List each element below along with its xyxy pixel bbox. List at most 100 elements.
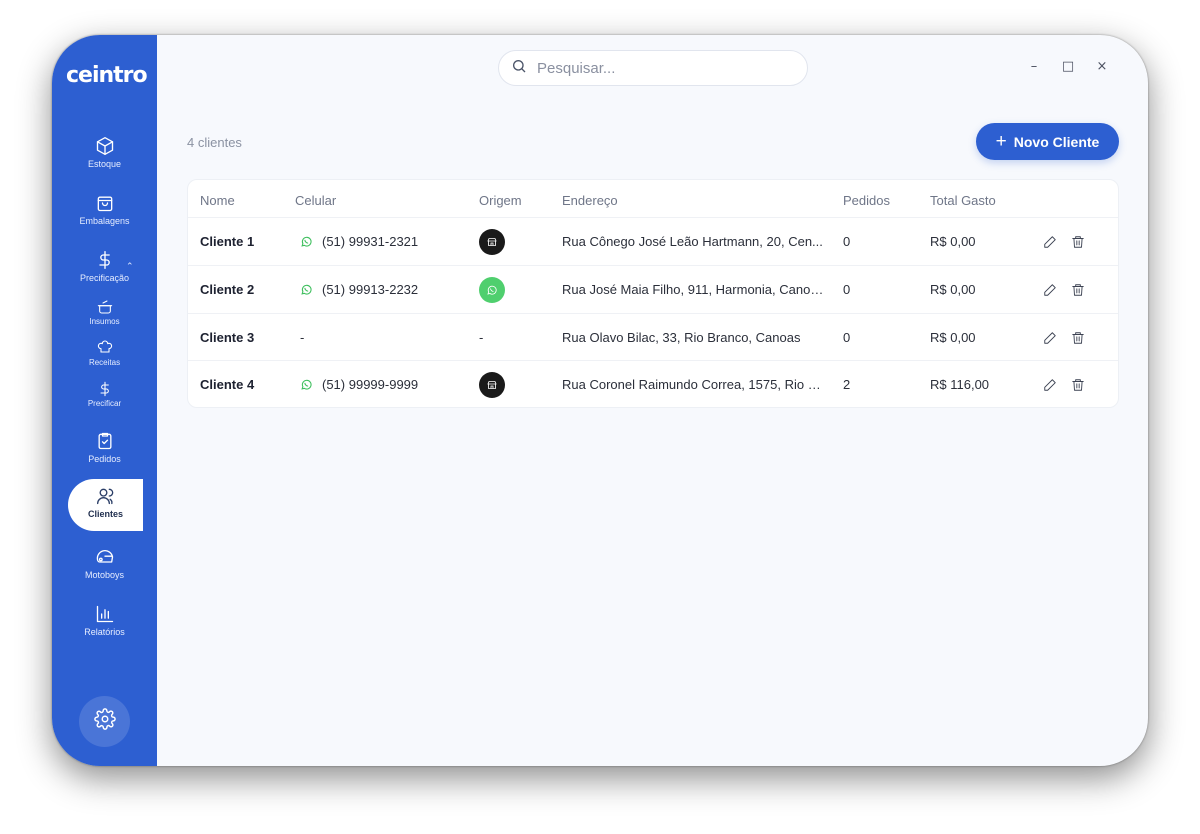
client-phone-cell: (51) 99931-2321 (300, 218, 418, 265)
sidebar-item-label: Precificação (79, 273, 130, 283)
sidebar-item-label: Relatórios (84, 627, 125, 637)
client-name: Cliente 1 (200, 234, 255, 249)
client-origin (479, 361, 505, 408)
row-actions (1043, 314, 1085, 361)
gear-icon (93, 708, 116, 735)
settings-button[interactable] (79, 696, 130, 747)
row-actions (1043, 361, 1085, 408)
row-actions (1043, 266, 1085, 313)
sidebar-item-relatorios[interactable]: Relatórios (52, 604, 157, 637)
client-address: Rua José Maia Filho, 911, Harmonia, Cano… (562, 282, 824, 297)
client-phone: - (300, 330, 305, 345)
new-client-button[interactable]: + Novo Cliente (976, 123, 1119, 160)
sidebar-item-precificacao[interactable]: Precificação (52, 250, 157, 283)
minimize-button[interactable]: – (1023, 59, 1045, 77)
column-header-endereco[interactable]: Endereço (562, 193, 618, 208)
client-name: Cliente 2 (200, 282, 255, 297)
sidebar-item-pedidos[interactable]: Pedidos (52, 431, 157, 464)
column-header-celular[interactable]: Celular (295, 193, 336, 208)
whatsapp-icon (479, 276, 505, 303)
client-total: R$ 0,00 (930, 282, 976, 297)
search-icon (511, 58, 527, 79)
client-orders: 0 (843, 330, 851, 345)
sidebar-item-receitas[interactable]: Receitas (52, 340, 157, 367)
table-row[interactable]: Cliente 2 (51) 99913-2232 Rua José Maia … (188, 265, 1118, 312)
plus-icon: + (995, 131, 1007, 152)
app-logo: ceintro (66, 63, 148, 88)
column-header-total-gasto[interactable]: Total Gasto (930, 193, 996, 208)
client-phone-cell: (51) 99913-2232 (300, 266, 418, 313)
client-phone: (51) 99913-2232 (322, 282, 419, 297)
box-icon (95, 136, 115, 156)
store-icon (479, 228, 505, 255)
trash-icon[interactable] (1071, 378, 1085, 392)
sidebar-item-estoque[interactable]: Estoque (52, 136, 157, 169)
sidebar-item-embalagens[interactable]: Embalagens (52, 193, 157, 226)
edit-icon[interactable] (1043, 378, 1057, 392)
sidebar-item-label: Precificar (87, 399, 122, 408)
dollar-icon (97, 381, 113, 397)
column-header-pedidos[interactable]: Pedidos (843, 193, 890, 208)
client-address: Rua Cônego José Leão Hartmann, 20, Cen..… (562, 234, 823, 249)
trash-icon[interactable] (1071, 283, 1085, 297)
maximize-button[interactable]: □ (1057, 59, 1079, 77)
column-header-nome[interactable]: Nome (200, 193, 235, 208)
table-row[interactable]: Cliente 4 (51) 99999-9999 Rua Coronel Ra… (188, 360, 1118, 407)
search-input[interactable] (537, 59, 787, 77)
row-actions (1043, 218, 1085, 265)
sidebar-item-clientes[interactable]: Clientes (68, 479, 143, 531)
client-total: R$ 0,00 (930, 330, 976, 345)
edit-icon[interactable] (1043, 283, 1057, 297)
table-row[interactable]: Cliente 1 (51) 99931-2321 Rua Cônego Jos… (188, 217, 1118, 264)
edit-icon[interactable] (1043, 235, 1057, 249)
client-name: Cliente 4 (200, 377, 255, 392)
client-name: Cliente 3 (200, 330, 255, 345)
client-orders: 0 (843, 234, 851, 249)
chevron-up-icon[interactable]: ⌃ (126, 261, 134, 272)
chef-hat-icon (97, 340, 113, 356)
client-orders: 2 (843, 377, 851, 392)
clients-count: 4 clientes (187, 135, 242, 150)
sidebar-item-label: Insumos (89, 317, 120, 326)
sidebar-item-label: Embalagens (79, 216, 130, 226)
client-address: Rua Olavo Bilac, 33, Rio Branco, Canoas (562, 330, 801, 345)
search-bar[interactable] (498, 50, 808, 86)
client-address: Rua Coronel Raimundo Correa, 1575, Rio B… (562, 377, 824, 392)
client-phone: (51) 99931-2321 (322, 234, 419, 249)
column-header-origem[interactable]: Origem (479, 193, 522, 208)
whatsapp-icon (301, 379, 312, 390)
sidebar-item-insumos[interactable]: Insumos (52, 299, 157, 326)
whatsapp-icon (301, 284, 312, 295)
sidebar: ceintro Estoque Embalagens Precificação … (52, 35, 157, 766)
trash-icon[interactable] (1071, 331, 1085, 345)
client-phone: (51) 99999-9999 (322, 377, 419, 392)
client-origin: - (479, 330, 484, 345)
sidebar-item-label: Clientes (87, 509, 123, 519)
sidebar-item-label: Estoque (87, 159, 122, 169)
helmet-icon (95, 547, 115, 567)
app-window: ceintro Estoque Embalagens Precificação … (52, 35, 1148, 766)
whatsapp-icon (301, 236, 312, 247)
edit-icon[interactable] (1043, 331, 1057, 345)
close-button[interactable]: × (1091, 59, 1113, 77)
sidebar-item-label: Motoboys (84, 570, 125, 580)
clients-table: Nome Celular Origem Endereço Pedidos Tot… (187, 179, 1119, 408)
pot-icon (97, 299, 113, 315)
client-phone-cell: (51) 99999-9999 (300, 361, 418, 408)
trash-icon[interactable] (1071, 235, 1085, 249)
client-origin (479, 266, 505, 313)
clipboard-check-icon (95, 431, 115, 451)
client-total: R$ 116,00 (930, 377, 990, 392)
sidebar-item-label: Receitas (88, 358, 121, 367)
dollar-icon (95, 250, 115, 270)
users-icon (96, 486, 116, 506)
new-client-label: Novo Cliente (1013, 133, 1100, 150)
table-row[interactable]: Cliente 3 - - Rua Olavo Bilac, 33, Rio B… (188, 313, 1118, 360)
sidebar-item-motoboys[interactable]: Motoboys (52, 547, 157, 580)
bar-chart-icon (95, 604, 115, 624)
sidebar-item-precificar[interactable]: Precificar (52, 381, 157, 408)
sidebar-item-label: Pedidos (88, 454, 121, 464)
client-origin (479, 218, 505, 265)
client-total: R$ 0,00 (930, 234, 976, 249)
client-orders: 0 (843, 282, 851, 297)
